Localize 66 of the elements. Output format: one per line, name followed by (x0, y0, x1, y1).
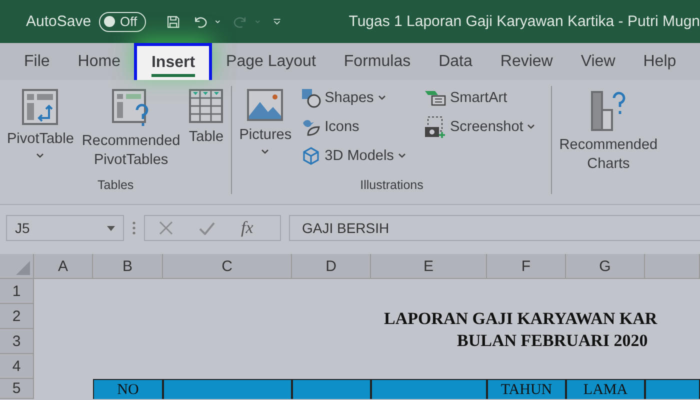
cube-icon (300, 146, 321, 166)
chevron-icon (378, 95, 386, 101)
ribbon-button[interactable]: Pictures (236, 86, 295, 178)
report-subtitle: BULAN FEBRUARI 2020 (456, 330, 649, 351)
ribbon-button[interactable]: Shapes (298, 86, 408, 110)
row-header[interactable]: 4 (0, 354, 34, 379)
ribbon-tab[interactable]: Page Layout (212, 43, 330, 80)
table-header-cell: NO (93, 379, 163, 399)
column-header[interactable]: E (371, 254, 487, 279)
cancel-icon[interactable] (159, 221, 173, 235)
table-icon (188, 88, 224, 124)
group-label: Tables (98, 178, 134, 194)
ribbon-tab[interactable]: Home (64, 43, 134, 80)
shapes-icon (300, 88, 321, 108)
chevron-icon (36, 153, 44, 159)
column-header[interactable] (645, 254, 700, 279)
ribbon-button[interactable]: Screenshot (422, 115, 538, 139)
customize-toolbar-icon[interactable] (272, 16, 281, 26)
table-header-cell: LAMA (566, 379, 645, 399)
formula-field[interactable]: GAJI BERSIH (289, 215, 700, 241)
triangle-icon (16, 261, 30, 275)
bird-leaf-icon (300, 117, 321, 137)
chevron-icon (261, 149, 270, 155)
check-icon[interactable] (199, 222, 215, 234)
column-header[interactable]: A (34, 254, 93, 279)
ribbon-tab[interactable]: Formulas (330, 43, 425, 80)
ribbon-button[interactable]: Recommended Charts (556, 86, 661, 194)
ribbon-button[interactable]: Icons (298, 115, 408, 139)
select-all-corner[interactable] (0, 254, 34, 279)
ribbon-tab[interactable]: Help (629, 43, 690, 80)
ribbon-button[interactable]: SmartArt (422, 86, 538, 110)
picture-icon (246, 88, 284, 122)
ribbon-tab[interactable]: Review (486, 43, 567, 80)
column-header[interactable]: F (487, 254, 566, 279)
drag-handle-icon[interactable] (132, 221, 136, 235)
column-header[interactable]: B (93, 254, 163, 279)
ribbon-tab[interactable]: Data (424, 43, 486, 80)
column-header[interactable]: G (566, 254, 645, 279)
ribbon-button[interactable]: PivotTable (4, 86, 77, 178)
insert-function-button[interactable]: fx (241, 218, 254, 238)
name-box[interactable]: J5 (6, 215, 124, 241)
ribbon-button[interactable]: Table (185, 86, 228, 178)
ribbon-tab[interactable]: Insert (134, 43, 212, 80)
dropdown-arrow-icon (107, 226, 115, 230)
table-header-cell (645, 379, 700, 399)
table-header-cell: TAHUN (487, 379, 566, 399)
autosave-toggle[interactable]: Off (99, 12, 146, 32)
chevron-icon (398, 153, 406, 159)
ribbon-tab[interactable]: View (566, 43, 630, 80)
smartart-icon (424, 89, 446, 107)
column-header[interactable]: C (163, 254, 292, 279)
document-title: Tugas 1 Laporan Gaji Karyawan Kartika - Putri Mugn (348, 13, 700, 30)
pivot-table-icon (21, 88, 60, 126)
row-header[interactable]: 3 (0, 329, 34, 354)
row-header[interactable]: 1 (0, 279, 34, 304)
autosave-label: AutoSave (26, 13, 92, 30)
chevron-icon (527, 124, 536, 130)
ribbon-button[interactable]: Recommended PivotTables (78, 86, 184, 178)
report-title: LAPORAN GAJI KARYAWAN KAR (383, 309, 658, 329)
row-header[interactable]: 5 (0, 379, 34, 399)
ribbon-button[interactable]: 3D Models (298, 144, 408, 168)
row-header[interactable]: 2 (0, 304, 34, 329)
column-header[interactable]: D (292, 254, 371, 279)
ribbon-tab[interactable]: File (10, 43, 64, 80)
group-label: Illustrations (360, 178, 424, 194)
camera-icon (424, 116, 446, 138)
